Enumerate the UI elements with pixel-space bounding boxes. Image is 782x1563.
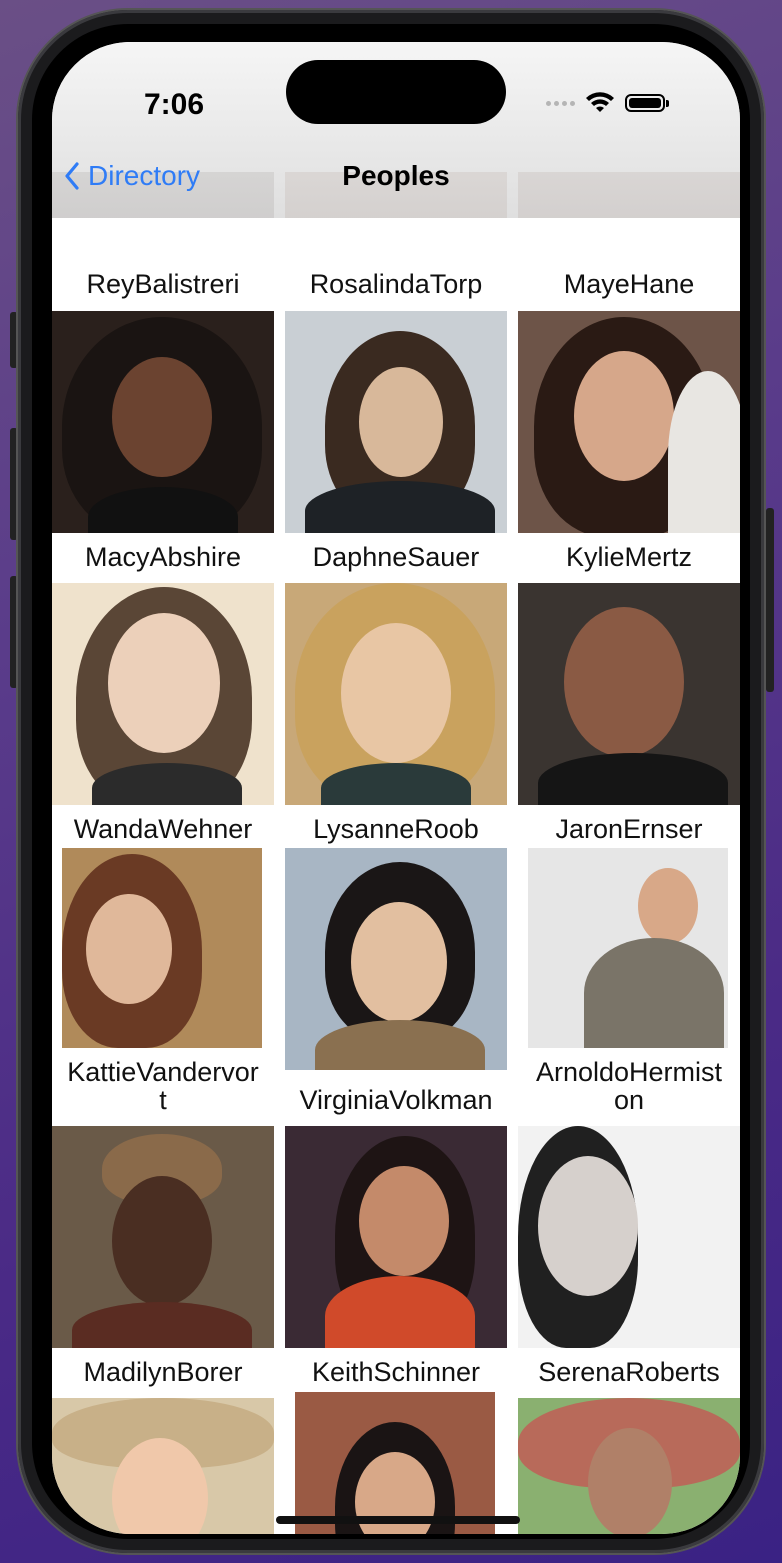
- person-name: LysanneRoob: [313, 814, 479, 844]
- person-name: WandaWehner: [73, 814, 253, 844]
- volume-down-button: [10, 576, 18, 688]
- person-photo[interactable]: [62, 848, 262, 1048]
- person-photo[interactable]: [285, 311, 507, 533]
- person-name: KattieVandervor t: [67, 1057, 259, 1115]
- person-photo[interactable]: [518, 1398, 740, 1534]
- cellular-signal-icon: [546, 100, 575, 106]
- person-name: ReyBalistreri: [86, 269, 240, 299]
- person-photo[interactable]: [518, 1126, 740, 1348]
- person-name: JaronErnser: [555, 814, 703, 844]
- person-photo[interactable]: [285, 583, 507, 805]
- person-photo[interactable]: [285, 848, 507, 1070]
- dynamic-island: [286, 60, 506, 124]
- person-name: ArnoldoHermist on: [535, 1057, 723, 1115]
- status-time: 7:06: [144, 88, 205, 121]
- person-name: KeithSchinner: [311, 1357, 481, 1387]
- person-photo[interactable]: [52, 311, 274, 533]
- person-photo[interactable]: [52, 1126, 274, 1348]
- person-name: VirginiaVolkman: [299, 1085, 493, 1115]
- person-name: SerenaRoberts: [538, 1357, 720, 1387]
- device-bezel: ReyBalistreri RosalindaTorp MayeHane Mac…: [32, 24, 750, 1539]
- person-photo[interactable]: [518, 583, 740, 805]
- silent-switch: [10, 312, 18, 368]
- person-name: MayeHane: [563, 269, 695, 299]
- person-photo[interactable]: [295, 1392, 495, 1534]
- person-name: DaphneSauer: [312, 542, 480, 572]
- person-name: MacyAbshire: [84, 542, 242, 572]
- power-button: [766, 508, 774, 692]
- person-photo[interactable]: [528, 848, 728, 1048]
- chevron-left-icon: [65, 162, 79, 190]
- back-button-label: Directory: [88, 160, 201, 191]
- person-photo[interactable]: [52, 583, 274, 805]
- person-photo[interactable]: [52, 1398, 274, 1534]
- battery-icon: [625, 94, 669, 112]
- wifi-icon: [586, 92, 614, 112]
- person-photo[interactable]: [518, 311, 740, 533]
- navigation-bar: 7:06 Peoples Directory: [52, 42, 740, 218]
- screen: ReyBalistreri RosalindaTorp MayeHane Mac…: [52, 42, 740, 1534]
- back-button[interactable]: Directory: [64, 160, 200, 192]
- person-photo[interactable]: [285, 1126, 507, 1348]
- volume-up-button: [10, 428, 18, 540]
- person-name: MadilynBorer: [83, 1357, 243, 1387]
- person-name: KylieMertz: [565, 542, 693, 572]
- person-name: RosalindaTorp: [309, 269, 483, 299]
- home-indicator[interactable]: [276, 1516, 520, 1524]
- status-icons: [546, 92, 669, 114]
